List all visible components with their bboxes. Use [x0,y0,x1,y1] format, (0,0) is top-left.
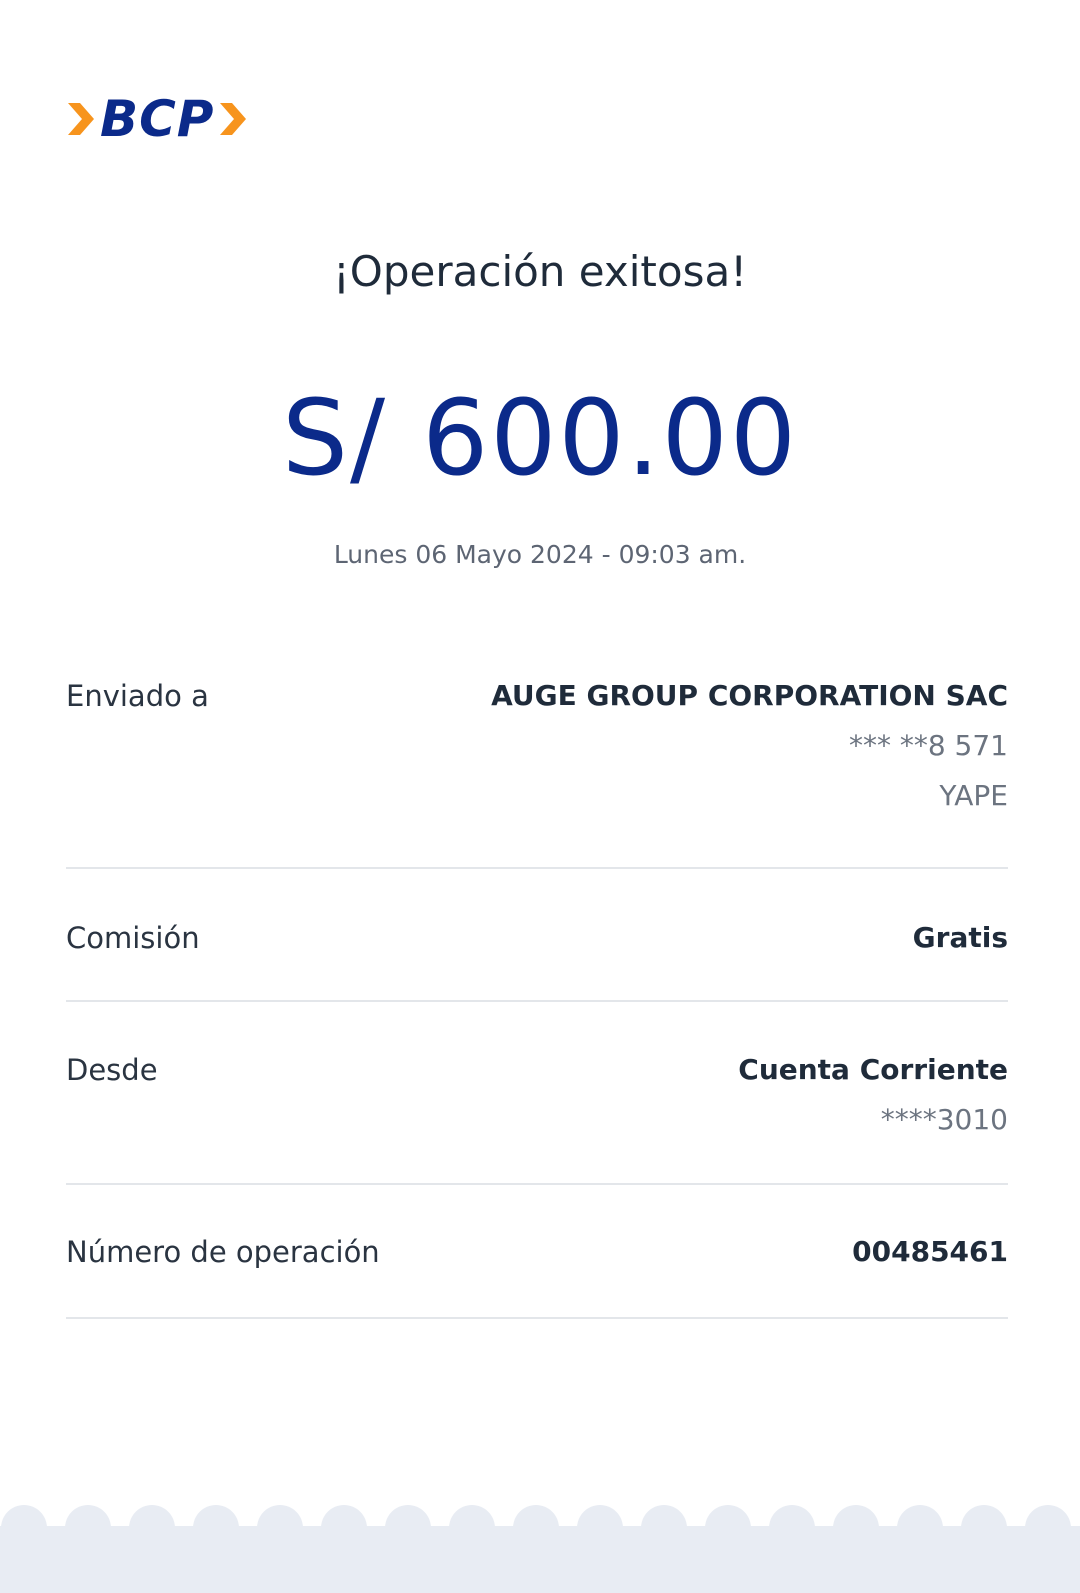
commission-values: Gratis [913,918,1008,958]
logo-wordmark: BCP [100,90,215,148]
divider [66,1183,1008,1185]
from-label: Desde [66,1053,158,1087]
receipt-footer-band [0,1526,1080,1593]
divider [66,867,1008,869]
bcp-logo: BCP [66,92,248,146]
sent-to-values: AUGE GROUP CORPORATION SAC *** **8 571 Y… [491,676,1008,816]
commission-value: Gratis [912,921,1008,954]
operation-number-label: Número de operación [66,1235,380,1269]
account-number: ****3010 [880,1103,1008,1136]
success-title: ¡Operación exitosa! [332,247,748,296]
operation-number-values: 00485461 [852,1232,1008,1272]
commission-label: Comisión [66,921,200,955]
transfer-datetime: Lunes 06 Mayo 2024 - 09:03 am. [333,540,747,569]
recipient-phone: *** **8 571 [848,729,1008,762]
recipient-destination: YAPE [939,779,1008,812]
from-values: Cuenta Corriente ****3010 [738,1050,1008,1140]
transfer-amount: S/ 600.00 [281,377,798,499]
divider [66,1317,1008,1319]
receipt-page: BCP ¡Operación exitosa! S/ 600.00 Lunes … [0,0,1080,1593]
operation-number-value: 00485461 [852,1235,1008,1268]
sent-to-label: Enviado a [66,679,209,713]
recipient-name: AUGE GROUP CORPORATION SAC [491,679,1008,712]
logo-left-chevron-icon [68,103,94,135]
account-type: Cuenta Corriente [738,1053,1008,1086]
logo-right-chevron-icon [220,103,247,135]
divider [66,1000,1008,1002]
